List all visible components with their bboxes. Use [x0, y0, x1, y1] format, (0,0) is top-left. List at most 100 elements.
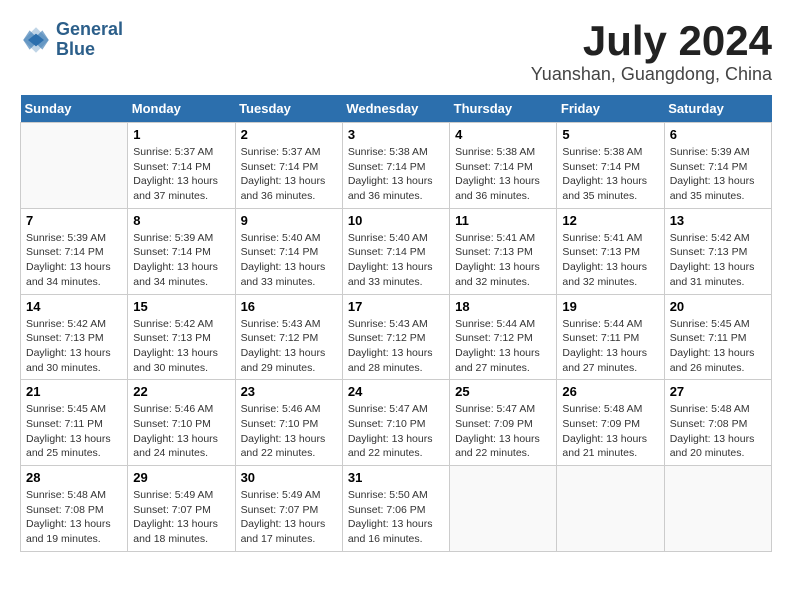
calendar-day-cell: 16 Sunrise: 5:43 AMSunset: 7:12 PMDayligh…	[235, 294, 342, 380]
day-number: 26	[562, 384, 658, 399]
month-year: July 2024	[531, 20, 772, 62]
calendar-day-cell: 22 Sunrise: 5:46 AMSunset: 7:10 PMDayligh…	[128, 380, 235, 466]
calendar-day-cell: 13 Sunrise: 5:42 AMSunset: 7:13 PMDayligh…	[664, 208, 771, 294]
calendar-week-row: 7 Sunrise: 5:39 AMSunset: 7:14 PMDaylight…	[21, 208, 772, 294]
day-detail: Sunrise: 5:44 AMSunset: 7:12 PMDaylight:…	[455, 317, 551, 376]
day-detail: Sunrise: 5:38 AMSunset: 7:14 PMDaylight:…	[455, 145, 551, 204]
calendar-day-cell: 4 Sunrise: 5:38 AMSunset: 7:14 PMDaylight…	[450, 123, 557, 209]
calendar-day-cell: 1Sunrise: 5:37 AMSunset: 7:14 PMDaylight…	[128, 123, 235, 209]
day-number: 4	[455, 127, 551, 142]
day-number: 16	[241, 299, 337, 314]
day-number: 23	[241, 384, 337, 399]
day-detail: Sunrise: 5:43 AMSunset: 7:12 PMDaylight:…	[348, 317, 444, 376]
calendar-day-cell: 31 Sunrise: 5:50 AMSunset: 7:06 PMDayligh…	[342, 466, 449, 552]
calendar-day-cell: 29 Sunrise: 5:49 AMSunset: 7:07 PMDayligh…	[128, 466, 235, 552]
calendar-day-cell: 20Sunrise: 5:45 AMSunset: 7:11 PMDayligh…	[664, 294, 771, 380]
day-number: 14	[26, 299, 122, 314]
day-detail: Sunrise: 5:42 AMSunset: 7:13 PMDaylight:…	[670, 231, 766, 290]
day-detail: Sunrise: 5:49 AMSunset: 7:07 PMDaylight:…	[133, 488, 229, 547]
day-number: 20	[670, 299, 766, 314]
calendar-week-row: 14 Sunrise: 5:42 AMSunset: 7:13 PMDayligh…	[21, 294, 772, 380]
day-detail: Sunrise: 5:37 AMSunset: 7:14 PMDaylight:…	[241, 145, 337, 204]
day-detail: Sunrise: 5:39 AMSunset: 7:14 PMDaylight:…	[670, 145, 766, 204]
title-block: July 2024 Yuanshan, Guangdong, China	[531, 20, 772, 85]
day-detail: Sunrise: 5:48 AMSunset: 7:09 PMDaylight:…	[562, 402, 658, 461]
calendar-day-cell: 6 Sunrise: 5:39 AMSunset: 7:14 PMDaylight…	[664, 123, 771, 209]
day-detail: Sunrise: 5:42 AMSunset: 7:13 PMDaylight:…	[26, 317, 122, 376]
weekday-header: Tuesday	[235, 95, 342, 123]
day-number: 25	[455, 384, 551, 399]
day-number: 18	[455, 299, 551, 314]
day-detail: Sunrise: 5:44 AMSunset: 7:11 PMDaylight:…	[562, 317, 658, 376]
day-number: 31	[348, 470, 444, 485]
day-number: 11	[455, 213, 551, 228]
weekday-header: Wednesday	[342, 95, 449, 123]
day-detail: Sunrise: 5:41 AMSunset: 7:13 PMDaylight:…	[455, 231, 551, 290]
calendar-week-row: 21 Sunrise: 5:45 AMSunset: 7:11 PMDayligh…	[21, 380, 772, 466]
weekday-header: Sunday	[21, 95, 128, 123]
calendar-week-row: 28Sunrise: 5:48 AMSunset: 7:08 PMDayligh…	[21, 466, 772, 552]
weekday-header: Monday	[128, 95, 235, 123]
logo-line1: General	[56, 20, 123, 40]
day-number: 12	[562, 213, 658, 228]
calendar-day-cell: 11 Sunrise: 5:41 AMSunset: 7:13 PMDayligh…	[450, 208, 557, 294]
logo-line2: Blue	[56, 40, 123, 60]
day-number: 6	[670, 127, 766, 142]
calendar-day-cell: 8 Sunrise: 5:39 AMSunset: 7:14 PMDaylight…	[128, 208, 235, 294]
calendar-day-cell: 26 Sunrise: 5:48 AMSunset: 7:09 PMDayligh…	[557, 380, 664, 466]
calendar-day-cell: 9Sunrise: 5:40 AMSunset: 7:14 PMDaylight…	[235, 208, 342, 294]
calendar-day-cell: 2Sunrise: 5:37 AMSunset: 7:14 PMDaylight…	[235, 123, 342, 209]
day-number: 5	[562, 127, 658, 142]
calendar-day-cell: 30 Sunrise: 5:49 AMSunset: 7:07 PMDayligh…	[235, 466, 342, 552]
day-detail: Sunrise: 5:39 AMSunset: 7:14 PMDaylight:…	[133, 231, 229, 290]
day-number: 21	[26, 384, 122, 399]
calendar-day-cell	[557, 466, 664, 552]
day-number: 3	[348, 127, 444, 142]
day-detail: Sunrise: 5:46 AMSunset: 7:10 PMDaylight:…	[241, 402, 337, 461]
calendar-day-cell	[664, 466, 771, 552]
weekday-header: Saturday	[664, 95, 771, 123]
weekday-header: Friday	[557, 95, 664, 123]
day-detail: Sunrise: 5:43 AMSunset: 7:12 PMDaylight:…	[241, 317, 337, 376]
calendar-day-cell: 15 Sunrise: 5:42 AMSunset: 7:13 PMDayligh…	[128, 294, 235, 380]
day-number: 30	[241, 470, 337, 485]
day-detail: Sunrise: 5:50 AMSunset: 7:06 PMDaylight:…	[348, 488, 444, 547]
calendar-day-cell	[21, 123, 128, 209]
day-detail: Sunrise: 5:42 AMSunset: 7:13 PMDaylight:…	[133, 317, 229, 376]
weekday-header-row: SundayMondayTuesdayWednesdayThursdayFrid…	[21, 95, 772, 123]
calendar-day-cell: 3Sunrise: 5:38 AMSunset: 7:14 PMDaylight…	[342, 123, 449, 209]
calendar-day-cell: 12Sunrise: 5:41 AMSunset: 7:13 PMDayligh…	[557, 208, 664, 294]
day-number: 27	[670, 384, 766, 399]
day-detail: Sunrise: 5:40 AMSunset: 7:14 PMDaylight:…	[348, 231, 444, 290]
day-detail: Sunrise: 5:45 AMSunset: 7:11 PMDaylight:…	[26, 402, 122, 461]
day-number: 17	[348, 299, 444, 314]
day-number: 7	[26, 213, 122, 228]
day-detail: Sunrise: 5:49 AMSunset: 7:07 PMDaylight:…	[241, 488, 337, 547]
day-detail: Sunrise: 5:47 AMSunset: 7:10 PMDaylight:…	[348, 402, 444, 461]
day-detail: Sunrise: 5:48 AMSunset: 7:08 PMDaylight:…	[670, 402, 766, 461]
calendar-day-cell: 7 Sunrise: 5:39 AMSunset: 7:14 PMDaylight…	[21, 208, 128, 294]
day-number: 19	[562, 299, 658, 314]
logo-text: General Blue	[56, 20, 123, 60]
day-number: 13	[670, 213, 766, 228]
page-header: General Blue July 2024 Yuanshan, Guangdo…	[20, 20, 772, 85]
location: Yuanshan, Guangdong, China	[531, 64, 772, 85]
logo: General Blue	[20, 20, 123, 60]
logo-icon	[20, 24, 52, 56]
day-detail: Sunrise: 5:47 AMSunset: 7:09 PMDaylight:…	[455, 402, 551, 461]
day-number: 15	[133, 299, 229, 314]
calendar-table: SundayMondayTuesdayWednesdayThursdayFrid…	[20, 95, 772, 552]
weekday-header: Thursday	[450, 95, 557, 123]
day-detail: Sunrise: 5:46 AMSunset: 7:10 PMDaylight:…	[133, 402, 229, 461]
day-number: 29	[133, 470, 229, 485]
calendar-day-cell: 5Sunrise: 5:38 AMSunset: 7:14 PMDaylight…	[557, 123, 664, 209]
calendar-day-cell	[450, 466, 557, 552]
day-number: 24	[348, 384, 444, 399]
calendar-day-cell: 18 Sunrise: 5:44 AMSunset: 7:12 PMDayligh…	[450, 294, 557, 380]
day-number: 22	[133, 384, 229, 399]
day-number: 28	[26, 470, 122, 485]
day-number: 8	[133, 213, 229, 228]
calendar-day-cell: 27 Sunrise: 5:48 AMSunset: 7:08 PMDayligh…	[664, 380, 771, 466]
calendar-day-cell: 25 Sunrise: 5:47 AMSunset: 7:09 PMDayligh…	[450, 380, 557, 466]
day-detail: Sunrise: 5:39 AMSunset: 7:14 PMDaylight:…	[26, 231, 122, 290]
